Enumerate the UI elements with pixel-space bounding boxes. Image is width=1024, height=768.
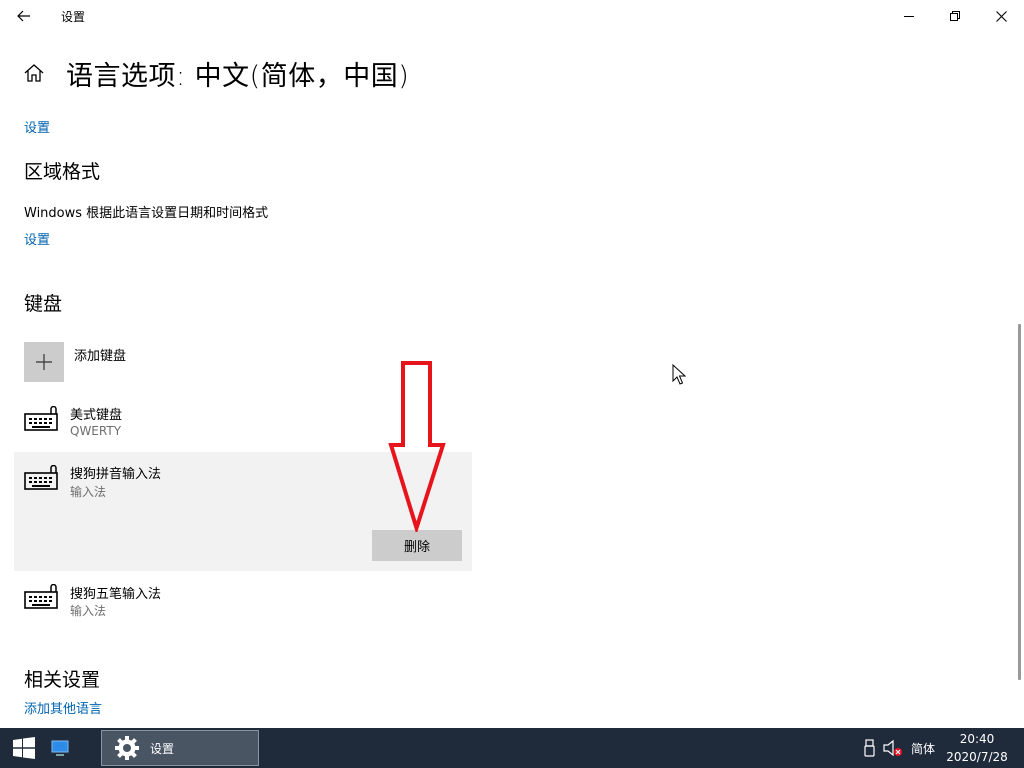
related-settings-heading: 相关设置 bbox=[24, 669, 101, 691]
keyboard-icon bbox=[24, 406, 58, 431]
region-settings-link[interactable]: 设置 bbox=[24, 229, 50, 248]
add-keyboard-tile bbox=[24, 342, 64, 382]
keyboard-heading: 键盘 bbox=[24, 293, 63, 315]
taskbar: 设置 简体 20:40 2020/7/28 bbox=[0, 728, 1024, 768]
scrollbar[interactable] bbox=[1018, 324, 1021, 680]
region-format-description: Windows 根据此语言设置日期和时间格式 bbox=[24, 206, 269, 221]
keyboard-item-sogou-wubi[interactable]: 搜狗五笔输入法 输入法 bbox=[14, 575, 472, 625]
taskbar-settings-button[interactable]: 设置 bbox=[101, 730, 259, 766]
taskbar-settings-label: 设置 bbox=[150, 741, 175, 756]
app-title: 设置 bbox=[61, 10, 86, 24]
plus-icon bbox=[36, 354, 52, 370]
usb-device-icon[interactable] bbox=[860, 738, 880, 758]
back-button[interactable] bbox=[8, 2, 40, 30]
restore-icon bbox=[950, 11, 960, 21]
remove-button[interactable]: 删除 bbox=[372, 530, 462, 561]
gear-icon bbox=[115, 736, 139, 760]
page-title: 语言选项: 中文(简体，中国) bbox=[66, 61, 410, 92]
keyboard-item-subtitle: 输入法 bbox=[70, 604, 107, 618]
keyboard-icon bbox=[24, 584, 58, 609]
clock-date: 2020/7/28 bbox=[946, 750, 1008, 764]
taskbar-app-button[interactable] bbox=[48, 728, 72, 768]
red-arrow-annotation bbox=[388, 361, 446, 532]
clock[interactable]: 20:40 2020/7/28 bbox=[940, 730, 1014, 766]
restore-button[interactable] bbox=[932, 0, 978, 32]
keyboard-item-subtitle: QWERTY bbox=[70, 424, 122, 438]
clock-time: 20:40 bbox=[959, 732, 995, 746]
minimize-button[interactable] bbox=[886, 0, 932, 32]
keyboard-item-name: 搜狗拼音输入法 bbox=[70, 467, 162, 482]
keyboard-item-name: 美式键盘 bbox=[70, 408, 123, 423]
add-other-language-link[interactable]: 添加其他语言 bbox=[24, 698, 102, 717]
keyboard-item-subtitle: 输入法 bbox=[70, 485, 107, 499]
add-keyboard-label: 添加键盘 bbox=[74, 349, 127, 364]
add-keyboard-button[interactable]: 添加键盘 bbox=[24, 342, 324, 382]
keyboard-icon bbox=[24, 465, 58, 490]
volume-muted-icon[interactable] bbox=[882, 738, 904, 758]
home-icon[interactable] bbox=[22, 61, 46, 85]
keyboard-item-name: 搜狗五笔输入法 bbox=[70, 587, 162, 602]
monitor-icon bbox=[51, 740, 69, 756]
input-method-indicator[interactable]: 简体 bbox=[911, 740, 935, 757]
back-arrow-icon bbox=[17, 10, 30, 22]
minimize-icon bbox=[904, 16, 914, 17]
top-settings-link[interactable]: 设置 bbox=[24, 117, 50, 136]
start-button[interactable] bbox=[0, 728, 48, 768]
close-button[interactable] bbox=[978, 0, 1024, 32]
title-bar: 设置 bbox=[0, 0, 1024, 32]
close-icon bbox=[995, 10, 1007, 22]
region-format-heading: 区域格式 bbox=[24, 161, 101, 183]
mouse-cursor-icon bbox=[672, 364, 686, 385]
windows-logo-icon bbox=[13, 737, 35, 759]
